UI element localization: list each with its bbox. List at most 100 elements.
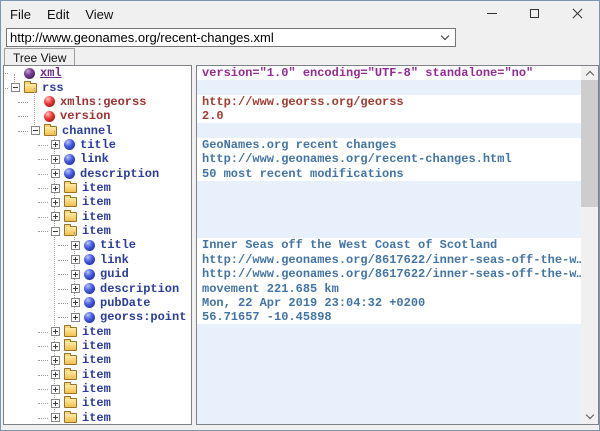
tree-row[interactable]: link <box>4 253 191 267</box>
plus-icon[interactable] <box>51 169 60 178</box>
value-row: 2.0 <box>197 109 598 123</box>
menu-item-file[interactable]: File <box>2 4 39 25</box>
minimize-button[interactable] <box>470 1 513 25</box>
tree-row[interactable]: link <box>4 152 191 166</box>
value-row: Inner Seas off the West Coast of Scotlan… <box>197 238 598 252</box>
tree-row[interactable]: xmlns:georss <box>4 95 191 109</box>
folder-icon <box>64 384 77 394</box>
element-icon <box>84 283 95 294</box>
tree-row[interactable]: xml <box>4 66 191 80</box>
plus-icon[interactable] <box>51 327 60 336</box>
tree-row[interactable]: item <box>4 368 191 382</box>
tree-row[interactable]: version <box>4 109 191 123</box>
plus-icon[interactable] <box>51 198 60 207</box>
value-row <box>197 324 598 338</box>
tab-tree-view[interactable]: Tree View <box>4 48 75 66</box>
maximize-button[interactable] <box>513 1 556 25</box>
value-rows: version="1.0" encoding="UTF-8" standalon… <box>197 66 598 425</box>
plus-icon[interactable] <box>51 413 60 422</box>
tree-node-label: item <box>82 382 111 396</box>
minus-icon[interactable] <box>51 227 60 236</box>
tree-row[interactable]: item <box>4 195 191 209</box>
value-row <box>197 210 598 224</box>
menu-item-edit[interactable]: Edit <box>39 4 77 25</box>
tree-row[interactable]: item <box>4 181 191 195</box>
tree-rows: xmlrssxmlns:georssversionchanneltitlelin… <box>4 66 191 425</box>
plus-icon[interactable] <box>51 385 60 394</box>
tree-row[interactable]: title <box>4 138 191 152</box>
tree-node-label: title <box>100 238 136 252</box>
tree-node-label: rss <box>42 81 64 95</box>
tree-node-label: item <box>82 339 111 353</box>
tree-node-label: item <box>82 396 111 410</box>
attribute-icon <box>44 111 55 122</box>
tree-row[interactable]: channel <box>4 123 191 137</box>
plus-icon[interactable] <box>71 241 80 250</box>
minus-icon[interactable] <box>11 83 20 92</box>
tree-row[interactable]: georss:point <box>4 310 191 324</box>
expander-slot <box>48 198 62 207</box>
address-input[interactable]: http://www.geonames.org/recent-changes.x… <box>7 30 435 45</box>
expander-slot <box>68 284 82 293</box>
tree-node-label: xml <box>40 66 62 80</box>
plus-icon[interactable] <box>71 284 80 293</box>
plus-icon[interactable] <box>51 212 60 221</box>
value-text: http://www.geonames.org/8617622/inner-se… <box>202 267 584 281</box>
value-text: 50 most recent modifications <box>202 167 404 181</box>
plus-icon[interactable] <box>51 399 60 408</box>
tree-node-label: item <box>82 325 111 339</box>
plus-icon[interactable] <box>51 356 60 365</box>
tree-panel[interactable]: xmlrssxmlns:georssversionchanneltitlelin… <box>3 65 192 425</box>
chevron-down-icon <box>585 411 593 419</box>
tree-node-label: item <box>82 353 111 367</box>
plus-icon[interactable] <box>71 298 80 307</box>
expander-slot <box>8 83 22 92</box>
tree-row[interactable]: item <box>4 382 191 396</box>
plus-icon[interactable] <box>51 155 60 164</box>
element-icon <box>84 297 95 308</box>
vertical-scrollbar[interactable] <box>581 66 598 424</box>
tree-row[interactable]: item <box>4 224 191 238</box>
plus-icon[interactable] <box>71 313 80 322</box>
tree-row[interactable]: rss <box>4 80 191 94</box>
expander-slot <box>48 184 62 193</box>
expander-slot <box>48 169 62 178</box>
value-row: 56.71657 -10.45898 <box>197 310 598 324</box>
tree-node-label: link <box>100 253 129 267</box>
scrollbar-thumb[interactable] <box>581 80 598 207</box>
plus-icon[interactable] <box>71 270 80 279</box>
expander-slot <box>48 370 62 379</box>
minus-icon[interactable] <box>31 126 40 135</box>
tree-row[interactable]: item <box>4 411 191 425</box>
tree-node-label: georss:point <box>100 310 186 324</box>
tree-row[interactable]: item <box>4 339 191 353</box>
tree-row[interactable]: item <box>4 353 191 367</box>
tree-row[interactable]: title <box>4 238 191 252</box>
combobox-dropdown-button[interactable] <box>435 36 455 39</box>
menu-item-view[interactable]: View <box>77 4 121 25</box>
tree-row[interactable]: pubDate <box>4 296 191 310</box>
tree-row[interactable]: guid <box>4 267 191 281</box>
plus-icon[interactable] <box>71 255 80 264</box>
value-row <box>197 382 598 396</box>
value-row <box>197 368 598 382</box>
tree-row[interactable]: description <box>4 167 191 181</box>
plus-icon[interactable] <box>51 184 60 193</box>
plus-icon[interactable] <box>51 370 60 379</box>
value-row <box>197 396 598 410</box>
tree-node-label: version <box>60 109 110 123</box>
expander-slot <box>68 313 82 322</box>
tree-row[interactable]: item <box>4 396 191 410</box>
tree-row[interactable]: description <box>4 281 191 295</box>
plus-icon[interactable] <box>51 140 60 149</box>
plus-icon[interactable] <box>51 342 60 351</box>
address-combobox[interactable]: http://www.geonames.org/recent-changes.x… <box>6 28 456 47</box>
tree-row[interactable]: item <box>4 210 191 224</box>
tree-row[interactable]: item <box>4 324 191 338</box>
scroll-down-button[interactable] <box>581 409 598 424</box>
value-text: Inner Seas off the West Coast of Scotlan… <box>202 238 497 252</box>
expander-slot <box>28 126 42 135</box>
close-button[interactable] <box>556 1 599 25</box>
scroll-up-button[interactable] <box>581 66 598 81</box>
tree-connector-line <box>34 88 35 131</box>
